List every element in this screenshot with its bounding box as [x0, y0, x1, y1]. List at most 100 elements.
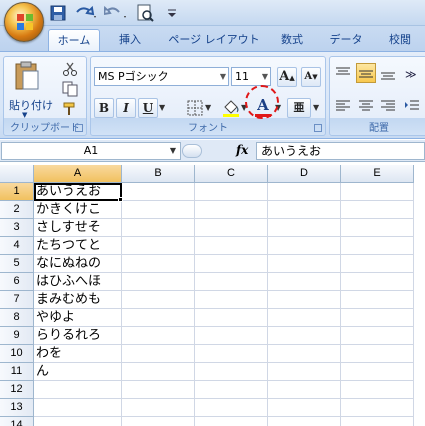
cell-b6[interactable]: [122, 273, 195, 291]
row-header-3[interactable]: 3: [0, 219, 34, 237]
cell-e4[interactable]: [341, 237, 414, 255]
cell-e1[interactable]: [341, 183, 414, 201]
formula-bar-handle-icon[interactable]: [182, 144, 202, 158]
cell-b14[interactable]: [122, 417, 195, 426]
row-header-13[interactable]: 13: [0, 399, 34, 417]
row-header-11[interactable]: 11: [0, 363, 34, 381]
cell-b8[interactable]: [122, 309, 195, 327]
cell-e14[interactable]: [341, 417, 414, 426]
cell-d13[interactable]: [268, 399, 341, 417]
align-top-icon[interactable]: [335, 65, 351, 81]
cell-c12[interactable]: [195, 381, 268, 399]
cell-a3[interactable]: さしすせそ: [34, 219, 122, 237]
cell-a5[interactable]: なにぬねの: [34, 255, 122, 273]
save-icon[interactable]: [50, 4, 66, 22]
cell-e6[interactable]: [341, 273, 414, 291]
borders-dropdown-icon[interactable]: ▼: [205, 103, 211, 112]
font-launcher-icon[interactable]: [314, 124, 322, 132]
cell-b2[interactable]: [122, 201, 195, 219]
cell-a13[interactable]: [34, 399, 122, 417]
cell-a8[interactable]: やゆよ: [34, 309, 122, 327]
spreadsheet-grid[interactable]: A B C D E 1 あいうえお 2 かきくけこ 3 さしすせそ 4 たちつてと 5 なにぬねの 6 はひふへ…: [0, 165, 425, 426]
cell-e12[interactable]: [341, 381, 414, 399]
cell-d12[interactable]: [268, 381, 341, 399]
indent-icon[interactable]: [404, 98, 420, 114]
align-left-icon[interactable]: [335, 98, 351, 114]
cell-d11[interactable]: [268, 363, 341, 381]
grow-font-button[interactable]: A▲: [277, 67, 297, 87]
column-header-d[interactable]: D: [268, 165, 341, 183]
cell-c7[interactable]: [195, 291, 268, 309]
cell-b1[interactable]: [122, 183, 195, 201]
cell-b10[interactable]: [122, 345, 195, 363]
cell-b7[interactable]: [122, 291, 195, 309]
row-header-4[interactable]: 4: [0, 237, 34, 255]
print-preview-icon[interactable]: [136, 4, 154, 22]
align-bottom-icon[interactable]: [380, 65, 396, 81]
cell-d6[interactable]: [268, 273, 341, 291]
cell-a12[interactable]: [34, 381, 122, 399]
cell-e9[interactable]: [341, 327, 414, 345]
cell-e5[interactable]: [341, 255, 414, 273]
cell-c3[interactable]: [195, 219, 268, 237]
align-right-icon[interactable]: [380, 98, 396, 114]
tab-home[interactable]: ホーム: [48, 29, 100, 52]
row-header-1[interactable]: 1: [0, 183, 34, 201]
tab-data[interactable]: データ: [322, 29, 370, 52]
row-header-8[interactable]: 8: [0, 309, 34, 327]
underline-button[interactable]: U: [138, 98, 158, 118]
row-header-10[interactable]: 10: [0, 345, 34, 363]
italic-button[interactable]: I: [116, 98, 136, 118]
cell-c2[interactable]: [195, 201, 268, 219]
cell-c9[interactable]: [195, 327, 268, 345]
row-header-7[interactable]: 7: [0, 291, 34, 309]
borders-icon[interactable]: [187, 100, 203, 116]
tab-insert[interactable]: 挿入: [108, 29, 152, 52]
cell-e13[interactable]: [341, 399, 414, 417]
cell-e7[interactable]: [341, 291, 414, 309]
bold-button[interactable]: B: [94, 98, 114, 118]
cell-d10[interactable]: [268, 345, 341, 363]
cell-d14[interactable]: [268, 417, 341, 426]
cell-a9[interactable]: らりるれろ: [34, 327, 122, 345]
cell-b5[interactable]: [122, 255, 195, 273]
format-painter-icon[interactable]: [62, 101, 78, 117]
cut-icon[interactable]: [62, 61, 78, 77]
phonetic-dropdown-icon[interactable]: ▼: [313, 103, 319, 112]
paste-dropdown-icon[interactable]: ▼: [22, 111, 27, 119]
cell-c8[interactable]: [195, 309, 268, 327]
cell-a7[interactable]: まみむめも: [34, 291, 122, 309]
tab-formulas[interactable]: 数式: [272, 29, 312, 52]
cell-a11[interactable]: ん: [34, 363, 122, 381]
clipboard-launcher-icon[interactable]: [75, 124, 83, 132]
paste-icon[interactable]: [14, 61, 40, 91]
cell-d9[interactable]: [268, 327, 341, 345]
cell-a2[interactable]: かきくけこ: [34, 201, 122, 219]
fill-handle[interactable]: [118, 197, 123, 202]
row-header-12[interactable]: 12: [0, 381, 34, 399]
cell-a4[interactable]: たちつてと: [34, 237, 122, 255]
copy-icon[interactable]: [62, 81, 78, 97]
row-header-6[interactable]: 6: [0, 273, 34, 291]
cell-a6[interactable]: はひふへほ: [34, 273, 122, 291]
chevron-down-icon[interactable]: ▼: [170, 143, 176, 159]
cell-a14[interactable]: [34, 417, 122, 426]
cell-b12[interactable]: [122, 381, 195, 399]
cell-d8[interactable]: [268, 309, 341, 327]
cell-b3[interactable]: [122, 219, 195, 237]
cell-d7[interactable]: [268, 291, 341, 309]
font-size-combo[interactable]: 11 ▼: [231, 67, 271, 86]
align-middle-button[interactable]: [356, 63, 376, 83]
cell-a1[interactable]: あいうえお: [34, 183, 122, 201]
cell-b9[interactable]: [122, 327, 195, 345]
cell-c11[interactable]: [195, 363, 268, 381]
column-header-c[interactable]: C: [195, 165, 268, 183]
row-header-9[interactable]: 9: [0, 327, 34, 345]
cell-e8[interactable]: [341, 309, 414, 327]
cell-b11[interactable]: [122, 363, 195, 381]
cell-d1[interactable]: [268, 183, 341, 201]
row-header-2[interactable]: 2: [0, 201, 34, 219]
row-header-14[interactable]: 14: [0, 417, 34, 426]
formula-input[interactable]: あいうえお: [256, 142, 425, 160]
cell-c10[interactable]: [195, 345, 268, 363]
